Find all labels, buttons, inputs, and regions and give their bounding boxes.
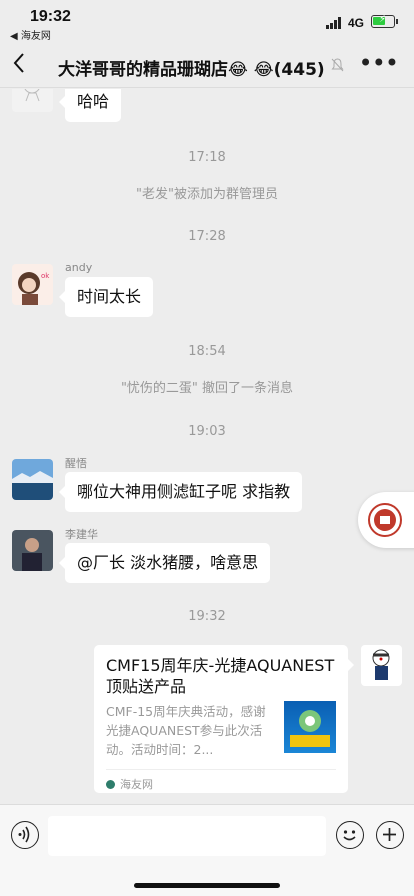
back-to-app-link[interactable]: ◀ 海友网 [10, 27, 51, 42]
avatar-andy[interactable]: ok [12, 264, 53, 305]
battery-icon: ⚡ [371, 14, 398, 28]
mute-bell-icon [331, 58, 344, 75]
timestamp: 19:03 [188, 424, 226, 439]
chat-title: 大洋哥哥的精品珊瑚店😂 😂(445) [58, 60, 325, 80]
card-description: CMF-15周年庆典活动，感谢光捷AQUANEST参与此次活动。活动时间：2..… [106, 704, 266, 757]
status-bar: 19:32 ◀ 海友网 4G ⚡ [0, 0, 414, 44]
message-bubble[interactable]: 哪位大神用侧滤缸子呢 求指教 [58, 472, 303, 512]
site-logo-icon [106, 780, 115, 789]
more-options-button[interactable]: ••• [359, 49, 399, 77]
sender-name: 李建华 [65, 528, 98, 541]
back-icon[interactable] [12, 52, 26, 80]
home-indicator [134, 883, 280, 888]
network-type: 4G [348, 16, 365, 30]
floating-widget-button[interactable] [358, 492, 414, 548]
card-source: 海友网 [106, 769, 336, 792]
voice-input-icon[interactable] [11, 821, 39, 849]
card-title: CMF15周年庆-光捷AQUANEST顶贴送产品 [106, 656, 335, 696]
link-card[interactable]: CMF15周年庆-光捷AQUANEST顶贴送产品 CMF-15周年庆典活动，感谢… [94, 645, 354, 793]
message-bubble[interactable]: @厂长 淡水猪腰，啥意思 [58, 543, 271, 583]
message-bubble[interactable]: 哈哈 [58, 89, 122, 122]
chat-header: 大洋哥哥的精品珊瑚店😂 😂(445) ••• [0, 44, 414, 88]
card-thumbnail [284, 701, 336, 753]
timestamp: 17:18 [188, 150, 226, 165]
svg-text:ok: ok [41, 272, 50, 280]
message-bubble[interactable]: 时间太长 [58, 277, 154, 317]
message-input[interactable] [48, 816, 326, 856]
add-attachment-icon[interactable] [376, 821, 404, 849]
system-message: "老发"被添加为群管理员 [136, 187, 278, 202]
sender-name: 醒悟 [65, 457, 87, 470]
avatar-self[interactable] [361, 645, 402, 686]
timestamp: 17:28 [188, 229, 226, 244]
avatar-xingwu[interactable] [12, 459, 53, 500]
timestamp: 18:54 [188, 344, 226, 359]
avatar-lijianhua[interactable] [12, 530, 53, 571]
signal-icon [326, 17, 344, 29]
system-message: "忧伤的二蛋" 撤回了一条消息 [120, 381, 294, 396]
card-source-label: 海友网 [120, 778, 153, 791]
message-list[interactable]: 哈哈 17:18 "老发"被添加为群管理员 17:28 ok andy 时间太长… [0, 89, 414, 804]
status-time: 19:32 [30, 8, 71, 25]
timestamp: 19:32 [188, 609, 226, 624]
input-bar [0, 804, 414, 896]
emoji-icon[interactable] [336, 821, 364, 849]
avatar[interactable] [12, 89, 53, 112]
sender-name: andy [65, 261, 93, 274]
